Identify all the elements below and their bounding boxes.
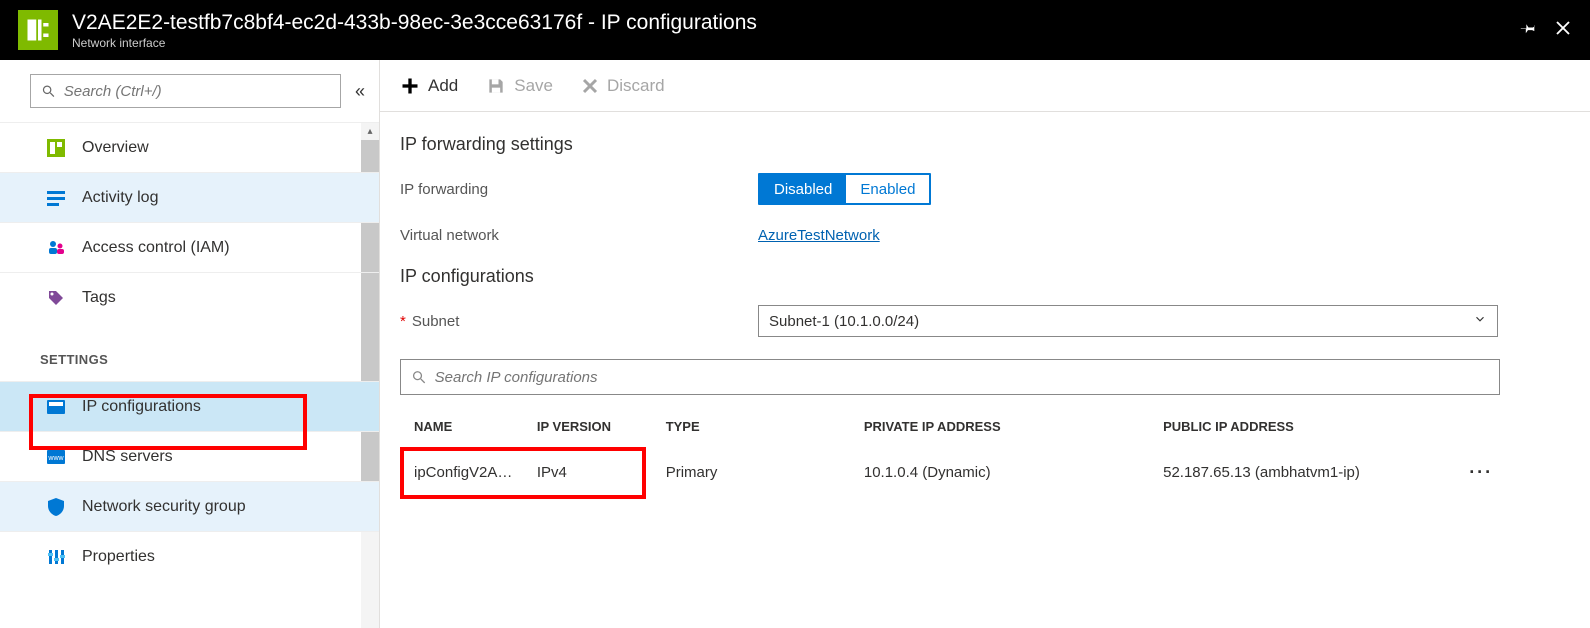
properties-icon xyxy=(46,547,66,567)
sidebar-item-label: Overview xyxy=(82,139,149,157)
sidebar-item-label: Network security group xyxy=(82,498,246,516)
sidebar-item-access-control[interactable]: Access control (IAM) xyxy=(0,222,379,272)
section-ip-forwarding-title: IP forwarding settings xyxy=(400,134,1554,155)
add-label: Add xyxy=(428,76,458,96)
activity-log-icon xyxy=(46,188,66,208)
col-name[interactable]: NAME xyxy=(414,419,537,434)
cell-version: IPv4 xyxy=(537,464,666,481)
sidebar-item-label: DNS servers xyxy=(82,448,173,466)
dns-icon: www xyxy=(46,447,66,467)
sidebar-item-label: Properties xyxy=(82,548,155,566)
ipconfig-table: NAME IP VERSION TYPE PRIVATE IP ADDRESS … xyxy=(400,407,1500,497)
cell-private: 10.1.0.4 (Dynamic) xyxy=(864,464,1163,481)
col-type[interactable]: TYPE xyxy=(666,419,864,434)
subnet-value: Subnet-1 (10.1.0.0/24) xyxy=(769,313,919,330)
add-button[interactable]: Add xyxy=(400,76,458,96)
sidebar-item-overview[interactable]: Overview xyxy=(0,122,379,172)
subnet-label: *Subnet xyxy=(400,313,758,330)
blade-header: V2AE2E2-testfb7c8bf4-ec2d-433b-98ec-3e3c… xyxy=(0,0,1590,60)
content: IP forwarding settings IP forwarding Dis… xyxy=(380,112,1590,628)
section-ip-configurations-title: IP configurations xyxy=(400,266,1554,287)
ip-forwarding-toggle[interactable]: Disabled Enabled xyxy=(758,173,931,205)
sidebar-item-label: Tags xyxy=(82,289,116,307)
col-public[interactable]: PUBLIC IP ADDRESS xyxy=(1163,419,1462,434)
chevron-down-icon xyxy=(1473,312,1487,330)
sidebar-search[interactable] xyxy=(30,74,341,108)
close-icon[interactable] xyxy=(1554,19,1572,42)
sidebar-item-activity-log[interactable]: Activity log xyxy=(0,172,379,222)
subnet-select[interactable]: Subnet-1 (10.1.0.0/24) xyxy=(758,305,1498,337)
table-header: NAME IP VERSION TYPE PRIVATE IP ADDRESS … xyxy=(400,407,1500,448)
sidebar-item-label: Access control (IAM) xyxy=(82,239,230,257)
ip-config-icon xyxy=(46,397,66,417)
ipconfig-search[interactable] xyxy=(400,359,1500,395)
toolbar: Add Save Discard xyxy=(380,60,1590,112)
sidebar-item-label: IP configurations xyxy=(82,398,201,416)
main-pane: Add Save Discard IP forwarding settings … xyxy=(380,60,1590,628)
discard-label: Discard xyxy=(607,76,665,96)
sidebar-item-label: Activity log xyxy=(82,189,158,207)
shield-icon xyxy=(46,497,66,517)
nav-list: ▴ Overview Activity log Access control (… xyxy=(0,122,379,628)
nic-icon xyxy=(18,10,58,50)
toggle-enabled[interactable]: Enabled xyxy=(846,175,929,203)
sidebar-search-input[interactable] xyxy=(64,83,330,100)
sidebar-section-settings: SETTINGS xyxy=(0,322,379,381)
save-button: Save xyxy=(486,76,553,96)
tags-icon xyxy=(46,288,66,308)
ip-forwarding-label: IP forwarding xyxy=(400,181,758,198)
toggle-disabled[interactable]: Disabled xyxy=(760,175,846,203)
col-version[interactable]: IP VERSION xyxy=(537,419,666,434)
cell-public: 52.187.65.13 (ambhatvm1-ip) xyxy=(1163,464,1462,481)
collapse-sidebar-icon[interactable]: « xyxy=(355,81,365,102)
row-context-menu-icon[interactable]: ··· xyxy=(1462,462,1500,483)
sidebar-item-tags[interactable]: Tags xyxy=(0,272,379,322)
cell-name: ipConfigV2A… xyxy=(414,464,537,481)
discard-button: Discard xyxy=(581,76,665,96)
table-row[interactable]: ipConfigV2A… IPv4 Primary 10.1.0.4 (Dyna… xyxy=(400,448,1500,497)
sidebar-item-dns-servers[interactable]: www DNS servers xyxy=(0,431,379,481)
ipconfig-search-input[interactable] xyxy=(435,369,1489,386)
vnet-link[interactable]: AzureTestNetwork xyxy=(758,227,880,244)
header-text: V2AE2E2-testfb7c8bf4-ec2d-433b-98ec-3e3c… xyxy=(72,10,1520,49)
vnet-label: Virtual network xyxy=(400,227,758,244)
sidebar-item-properties[interactable]: Properties xyxy=(0,531,379,581)
sidebar-item-nsg[interactable]: Network security group xyxy=(0,481,379,531)
save-label: Save xyxy=(514,76,553,96)
sidebar-item-ip-configurations[interactable]: IP configurations xyxy=(0,381,379,431)
pin-icon[interactable] xyxy=(1520,19,1538,42)
access-control-icon xyxy=(46,238,66,258)
blade-subtitle: Network interface xyxy=(72,36,1520,50)
overview-icon xyxy=(46,138,66,158)
blade-title: V2AE2E2-testfb7c8bf4-ec2d-433b-98ec-3e3c… xyxy=(72,10,1520,35)
cell-type: Primary xyxy=(666,464,864,481)
svg-text:www: www xyxy=(47,455,64,462)
sidebar: « ▴ Overview Activity log Access control… xyxy=(0,60,380,628)
col-private[interactable]: PRIVATE IP ADDRESS xyxy=(864,419,1163,434)
